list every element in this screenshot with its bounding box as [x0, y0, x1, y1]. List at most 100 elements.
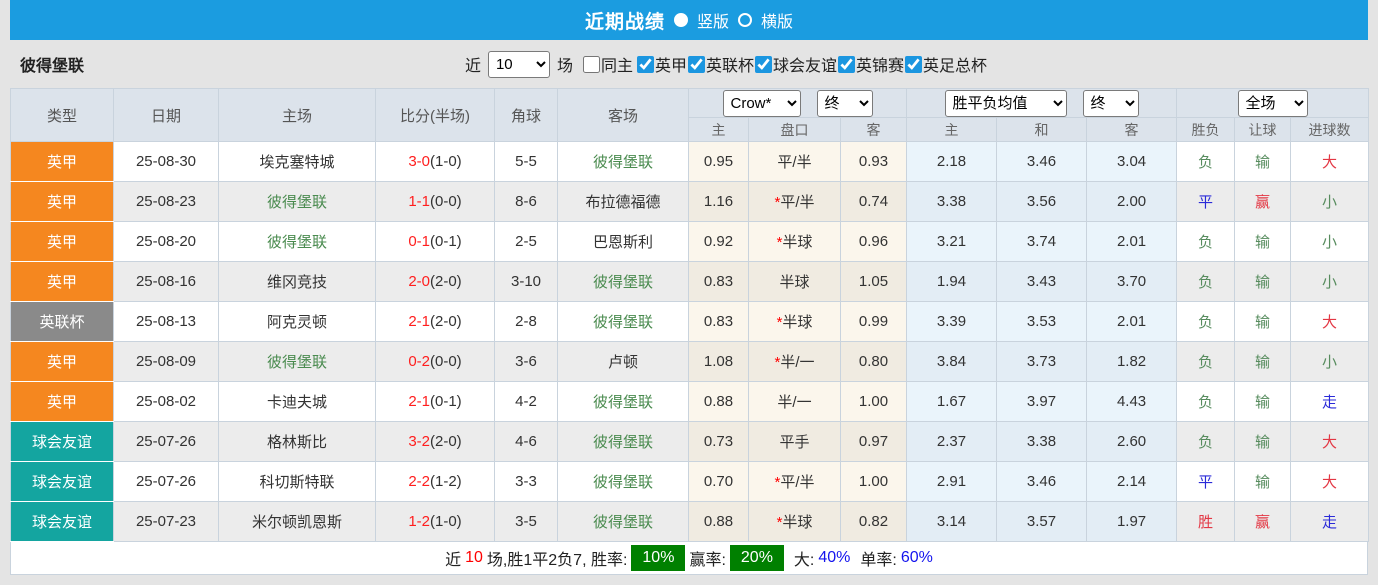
home-team-cell[interactable]: 彼得堡联 [218, 341, 376, 382]
table-row: 英甲 25-08-30 埃克塞特城 3-0(1-0) 5-5 彼得堡联 0.95 平/半 0.9… [10, 141, 1370, 182]
league-checkbox-1[interactable] [688, 55, 705, 73]
handicap-name: 半球 [779, 274, 810, 291]
home-team-name[interactable]: 彼得堡联 [267, 354, 327, 371]
league-filter-0[interactable]: 英甲 [636, 52, 687, 76]
away-team-name[interactable]: 彼得堡联 [593, 274, 653, 291]
avg-home-cell: 1.67 [906, 381, 998, 422]
home-team-name[interactable]: 格林斯比 [267, 434, 327, 451]
horizontal-layout-radio[interactable] [738, 13, 752, 27]
league-filter-2[interactable]: 球会友谊 [754, 52, 837, 76]
league-label-3: 英锦赛 [856, 58, 905, 75]
home-team-cell[interactable]: 维冈竞技 [218, 261, 376, 302]
away-odds-cell: 0.99 [839, 301, 908, 342]
away-team-cell[interactable]: 彼得堡联 [557, 501, 689, 542]
league-filter-3[interactable]: 英锦赛 [837, 52, 904, 76]
away-team-name[interactable]: 彼得堡联 [593, 394, 653, 411]
table-row: 英甲 25-08-20 彼得堡联 0-1(0-1) 2-5 巴恩斯利 0.92 *半球 0.96… [10, 221, 1370, 262]
home-odds-cell: 0.88 [688, 501, 749, 542]
handicap-result-cell: 赢 [1234, 181, 1292, 222]
away-team-name[interactable]: 布拉德福德 [585, 194, 660, 211]
horizontal-layout-label[interactable]: 横版 [761, 8, 793, 32]
avg-away-cell: 2.01 [1086, 221, 1178, 262]
away-team-name[interactable]: 彼得堡联 [593, 154, 653, 171]
away-team-cell[interactable]: 巴恩斯利 [557, 221, 689, 262]
away-odds-cell: 0.96 [839, 221, 908, 262]
handicap-result-value: 输 [1255, 434, 1271, 451]
handicap-cell: 平手 [748, 421, 841, 462]
results-table-body: 英甲 25-08-30 埃克塞特城 3-0(1-0) 5-5 彼得堡联 0.95 平/半 0.9… [10, 141, 1370, 542]
recent-count-select[interactable]: 10 [487, 50, 550, 78]
home-team-name[interactable]: 卡迪夫城 [267, 394, 327, 411]
home-odds-cell: 0.83 [688, 301, 749, 342]
home-team-name[interactable]: 埃克塞特城 [259, 154, 334, 171]
avg-home-cell: 3.84 [906, 341, 998, 382]
home-team-cell[interactable]: 彼得堡联 [218, 181, 376, 222]
home-team-name[interactable]: 维冈竞技 [267, 274, 327, 291]
home-odds-cell: 0.73 [688, 421, 749, 462]
away-team-name[interactable]: 卢顿 [608, 354, 638, 371]
result-cell: 负 [1176, 221, 1236, 262]
away-team-cell[interactable]: 彼得堡联 [557, 261, 689, 302]
handicap-result-value: 输 [1255, 354, 1271, 371]
away-team-cell[interactable]: 布拉德福德 [557, 181, 689, 222]
home-team-cell[interactable]: 埃克塞特城 [218, 141, 376, 182]
home-team-cell[interactable]: 科切斯特联 [218, 461, 376, 502]
fulltime-score: 2-0 [408, 273, 430, 290]
goals-result-value: 小 [1322, 274, 1338, 291]
result-cell: 负 [1176, 141, 1236, 182]
home-team-name[interactable]: 科切斯特联 [259, 474, 334, 491]
away-team-cell[interactable]: 卢顿 [557, 341, 689, 382]
result-cell: 负 [1176, 301, 1236, 342]
league-checkbox-2[interactable] [755, 55, 773, 73]
home-team-cell[interactable]: 格林斯比 [218, 421, 376, 462]
vertical-layout-radio[interactable] [673, 13, 688, 27]
odds-period-select[interactable]: 终 [816, 89, 873, 117]
away-team-cell[interactable]: 彼得堡联 [557, 421, 689, 462]
home-team-cell[interactable]: 彼得堡联 [218, 221, 376, 262]
away-odds-cell: 0.74 [839, 181, 908, 222]
league-checkbox-4[interactable] [905, 55, 923, 73]
away-team-name[interactable]: 彼得堡联 [593, 474, 653, 491]
same-home-filter[interactable]: 同主 [582, 52, 633, 76]
away-team-cell[interactable]: 彼得堡联 [557, 301, 689, 342]
vertical-layout-label[interactable]: 竖版 [697, 8, 729, 32]
fulltime-score: 0-2 [408, 353, 430, 370]
average-type-select[interactable]: 胜平负均值 [944, 89, 1067, 117]
league-type-cell: 英甲 [10, 341, 114, 382]
home-team-name[interactable]: 米尔顿凯恩斯 [252, 514, 342, 531]
score-cell: 3-2(2-0) [375, 421, 495, 462]
home-team-name[interactable]: 彼得堡联 [267, 194, 327, 211]
profit-rate-badge: 20% [729, 545, 784, 571]
same-home-checkbox[interactable] [582, 55, 600, 73]
away-team-cell[interactable]: 彼得堡联 [557, 381, 689, 422]
league-checkbox-3[interactable] [838, 55, 856, 73]
home-team-cell[interactable]: 卡迪夫城 [218, 381, 376, 422]
fulltime-score: 3-0 [408, 153, 430, 170]
scope-select[interactable]: 全场 [1237, 89, 1308, 117]
subheader-odds-home: 主 [688, 117, 749, 142]
away-team-name[interactable]: 彼得堡联 [593, 434, 653, 451]
corner-cell: 3-6 [494, 341, 558, 382]
away-team-cell[interactable]: 彼得堡联 [557, 461, 689, 502]
odds-company-select[interactable]: Crow* [722, 89, 801, 117]
away-team-cell[interactable]: 彼得堡联 [557, 141, 689, 182]
corner-cell: 3-10 [494, 261, 558, 302]
avg-away-cell: 4.43 [1086, 381, 1178, 422]
home-team-name[interactable]: 阿克灵顿 [267, 314, 327, 331]
league-filter-1[interactable]: 英联杯 [687, 52, 754, 76]
col-header-away: 客场 [557, 88, 689, 142]
away-team-name[interactable]: 彼得堡联 [593, 514, 653, 531]
league-checkbox-0[interactable] [636, 55, 654, 73]
average-period-select[interactable]: 终 [1082, 89, 1139, 117]
col-header-home: 主场 [218, 88, 376, 142]
league-filter-4[interactable]: 英足总杯 [904, 52, 987, 76]
result-cell: 负 [1176, 421, 1236, 462]
home-team-name[interactable]: 彼得堡联 [267, 234, 327, 251]
away-team-name[interactable]: 彼得堡联 [593, 314, 653, 331]
subheader-handicap-result: 让球 [1234, 117, 1292, 142]
away-team-name[interactable]: 巴恩斯利 [593, 234, 653, 251]
result-value: 胜 [1198, 514, 1214, 531]
home-team-cell[interactable]: 米尔顿凯恩斯 [218, 501, 376, 542]
home-team-cell[interactable]: 阿克灵顿 [218, 301, 376, 342]
corner-cell: 4-2 [494, 381, 558, 422]
